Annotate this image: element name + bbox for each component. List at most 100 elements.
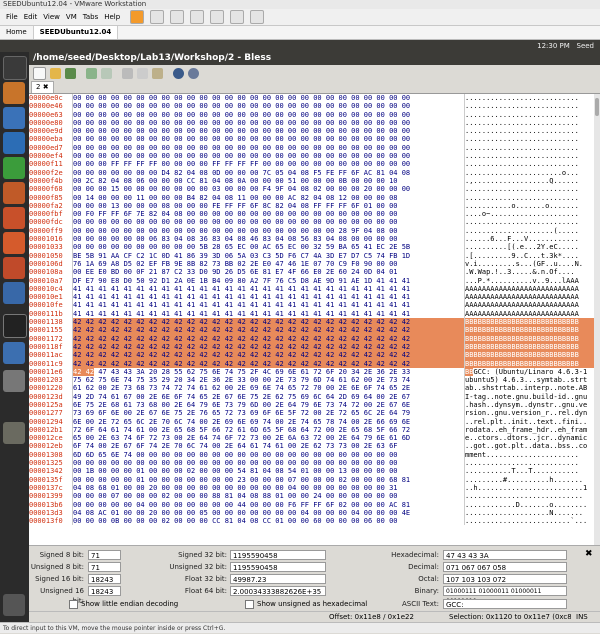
ascii-row[interactable]: v.i.........s...(GF..u....N. bbox=[465, 260, 600, 268]
ascii-row[interactable]: ............................ bbox=[465, 492, 600, 500]
ascii-row[interactable]: .....................(..... bbox=[465, 227, 600, 235]
close-icon[interactable]: ✖ bbox=[43, 83, 49, 91]
ascii-row[interactable]: .........................`... bbox=[465, 517, 600, 525]
hex-row[interactable]: 6D 6D 65 6E 74 00 00 00 00 00 00 00 00 0… bbox=[73, 451, 464, 459]
ascii-row[interactable]: rsion..gnu.version_r..rel.dyn bbox=[465, 409, 600, 417]
calc-icon[interactable] bbox=[3, 157, 25, 179]
hex-row[interactable]: 00 F0 FF FF 6F 7E 82 04 08 00 00 00 00 0… bbox=[73, 210, 464, 218]
ascii-row[interactable]: ........................... bbox=[465, 218, 600, 226]
ascii-row[interactable]: ........................... bbox=[465, 135, 600, 143]
disc-icon[interactable] bbox=[3, 370, 25, 392]
hex-row[interactable]: 00 00 00 00 00 00 00 00 00 00 00 00 00 0… bbox=[73, 227, 464, 235]
ascii-row[interactable]: AAAAAAAAAAAAAAAAAAAAAAAAAAA bbox=[465, 310, 600, 318]
menu-vm[interactable]: VM bbox=[66, 13, 77, 21]
hex-row[interactable]: 00 2C 82 04 08 06 00 00 00 CC 81 04 08 0… bbox=[73, 177, 464, 185]
scrollbar-thumb[interactable] bbox=[595, 98, 599, 116]
hex-row[interactable]: 76 1A 69 A8 D5 02 EF FB 9E 8B 82 73 BB 0… bbox=[73, 260, 464, 268]
hex-row[interactable]: 42 42 42 42 42 42 42 42 42 42 42 42 42 4… bbox=[73, 351, 464, 360]
menu-tabs[interactable]: Tabs bbox=[83, 13, 99, 21]
unselected-ascii[interactable]: GCC: (Ubuntu/Linaro 4.6.3-1 bbox=[473, 368, 587, 376]
manage-icon[interactable] bbox=[190, 10, 205, 24]
restore-icon[interactable] bbox=[170, 10, 185, 24]
undo-icon[interactable] bbox=[86, 67, 97, 79]
little-endian-checkbox[interactable]: Show little endian decoding bbox=[69, 599, 189, 609]
signed32-field[interactable]: 1195590458 bbox=[230, 550, 326, 560]
hex-row[interactable]: 00 00 00 00 00 00 00 00 00 00 00 00 00 0… bbox=[73, 218, 464, 226]
hex-row[interactable]: 00 00 00 00 00 00 00 00 00 00 00 00 00 0… bbox=[73, 94, 464, 102]
hex-row[interactable]: 00 00 00 00 00 00 00 00 00 00 00 00 00 0… bbox=[73, 152, 464, 160]
ascii-row[interactable]: ..h.........................1 bbox=[465, 484, 600, 492]
hex-row[interactable]: 42 42 42 42 42 42 42 42 42 42 42 42 42 4… bbox=[73, 334, 464, 343]
hex-row[interactable]: 00 00 00 13 00 00 00 08 00 00 00 FE FF F… bbox=[73, 202, 464, 210]
ascii-row[interactable]: ....o~..................... bbox=[465, 210, 600, 218]
ascii-row[interactable]: ........................... bbox=[465, 194, 600, 202]
hex-row[interactable]: 04 08 AC 01 00 00 20 00 00 00 05 00 00 0… bbox=[73, 509, 464, 517]
ascii-row[interactable]: ......6...F...V............ bbox=[465, 235, 600, 243]
open-icon[interactable] bbox=[50, 67, 61, 79]
menu-file[interactable]: File bbox=[6, 13, 18, 21]
ascii-row[interactable]: rodata..eh_frame_hdr..eh_fram bbox=[465, 426, 600, 434]
ascii-row[interactable]: BBBBBBBBBBBBBBBBBBBBBBBBBBB bbox=[465, 359, 600, 368]
ascii-column[interactable]: ........................................… bbox=[465, 94, 600, 525]
ascii-row[interactable]: AAAAAAAAAAAAAAAAAAAAAAAAAAA bbox=[465, 293, 600, 301]
unselected-bytes[interactable]: 47 43 43 3A 20 28 55 62 75 6E 74 75 2F 4… bbox=[94, 368, 410, 376]
hex-row[interactable]: 41 41 41 41 41 41 41 41 41 41 41 41 41 4… bbox=[73, 293, 464, 301]
hex-row[interactable]: 00 00 00 00 00 00 00 00 00 00 00 00 00 0… bbox=[73, 102, 464, 110]
hex-row[interactable]: 42 42 42 42 42 42 42 42 42 42 42 42 42 4… bbox=[73, 318, 464, 327]
ascii-row[interactable]: ..........[(.e...2Y.eC..... bbox=[465, 243, 600, 251]
ubuntu-one-icon[interactable] bbox=[3, 232, 25, 254]
ascii-row[interactable]: ........................... bbox=[465, 152, 600, 160]
ascii-row[interactable]: ........................... bbox=[465, 111, 600, 119]
workspace-icon[interactable] bbox=[3, 422, 25, 444]
hex-row[interactable]: 00 00 00 0B 00 00 00 02 00 00 00 CC 81 0… bbox=[73, 517, 464, 525]
paste-icon[interactable] bbox=[152, 67, 163, 79]
hex-row[interactable]: 00 00 00 00 00 00 00 00 00 00 00 00 00 0… bbox=[73, 135, 464, 143]
float32-field[interactable]: 49987.23 bbox=[230, 574, 326, 584]
ascii-row[interactable]: BBBBBBBBBBBBBBBBBBBBBBBBBBB bbox=[465, 326, 600, 335]
hex-row[interactable]: 42 42 42 42 42 42 42 42 42 42 42 42 42 4… bbox=[73, 326, 464, 335]
dash-icon[interactable] bbox=[3, 56, 27, 80]
hex-row[interactable]: 42 42 42 42 42 42 42 42 42 42 42 42 42 4… bbox=[73, 342, 464, 352]
terminal-icon[interactable] bbox=[3, 314, 27, 338]
float64-field[interactable]: 2.00034333882626E+35 bbox=[230, 586, 326, 596]
clock[interactable]: 12:30 PM bbox=[537, 42, 570, 50]
unsigned16-field[interactable]: 18243 bbox=[88, 586, 121, 596]
ascii-row[interactable]: ........................... bbox=[465, 160, 600, 168]
checkbox-box[interactable] bbox=[245, 599, 254, 609]
selected-bytes[interactable]: 42 42 bbox=[73, 367, 95, 376]
ascii-row[interactable]: AAAAAAAAAAAAAAAAAAAAAAAAAAA bbox=[465, 285, 600, 293]
hex-row[interactable]: 6E 00 2E 72 65 6C 2E 70 6C 74 00 2E 69 6… bbox=[73, 418, 464, 426]
software-center-icon[interactable] bbox=[3, 207, 25, 229]
checkbox-box[interactable] bbox=[69, 599, 78, 609]
hex-row[interactable]: 73 69 6F 6E 00 2E 67 6E 75 2E 76 65 72 7… bbox=[73, 409, 464, 417]
hex-row[interactable]: 00 1B 00 00 00 01 00 00 00 02 00 00 00 5… bbox=[73, 467, 464, 475]
ascii-row[interactable]: I-tag..note.gnu.build-id..gnu bbox=[465, 393, 600, 401]
save-icon[interactable] bbox=[65, 67, 76, 79]
close-icon[interactable]: ✖ bbox=[585, 549, 595, 559]
hex-row[interactable]: 6F 74 00 2E 67 6F 74 2E 70 6C 74 00 2E 6… bbox=[73, 442, 464, 450]
binary-field[interactable]: 01000111 01000011 01000011 00111010 bbox=[443, 586, 567, 605]
vertical-scrollbar[interactable] bbox=[594, 94, 600, 546]
hex-row[interactable]: 41 41 41 41 41 41 41 41 41 41 41 41 41 4… bbox=[73, 310, 464, 318]
ascii-row[interactable]: ........................... bbox=[465, 94, 600, 102]
files-icon[interactable] bbox=[3, 82, 25, 104]
hex-row[interactable]: 00 00 00 FF FF FF FF 00 00 00 00 FF FF F… bbox=[73, 160, 464, 168]
hex-row[interactable]: 49 2D 74 61 67 00 2E 6E 6F 74 65 2E 67 6… bbox=[73, 393, 464, 401]
ascii-row[interactable]: ..got..got.plt..data..bss..co bbox=[465, 442, 600, 450]
ascii-row[interactable]: BBGCC: (Ubuntu/Linaro 4.6.3-1 bbox=[465, 367, 600, 376]
ascii-row[interactable]: ........................... bbox=[465, 459, 600, 467]
ascii-row[interactable]: .hash..dynsym..dynstr..gnu.ve bbox=[465, 401, 600, 409]
unsigned32-field[interactable]: 1195590458 bbox=[230, 562, 326, 572]
signed8-field[interactable]: 71 bbox=[88, 550, 121, 560]
hex-row[interactable]: 61 62 00 2E 73 68 73 74 72 74 61 62 00 2… bbox=[73, 384, 464, 392]
hex-row[interactable]: DF E7 90 E8 D0 50 92 D1 2A 0E 1B B4 09 8… bbox=[73, 277, 464, 285]
hex-row[interactable]: 00 00 00 00 00 00 00 00 00 00 5B 28 65 E… bbox=[73, 243, 464, 251]
user-menu[interactable]: Seed bbox=[577, 42, 595, 50]
unsigned8-field[interactable]: 71 bbox=[88, 562, 121, 572]
impress-icon[interactable] bbox=[3, 182, 25, 204]
ascii-row[interactable]: BBBBBBBBBBBBBBBBBBBBBBBBBBB bbox=[465, 318, 600, 327]
menu-help[interactable]: Help bbox=[104, 13, 120, 21]
ascii-text-field[interactable]: GCC: bbox=[443, 599, 567, 609]
settings-icon[interactable] bbox=[3, 257, 25, 279]
hex-row[interactable]: 75 62 75 6E 74 75 35 29 20 34 2E 36 2E 3… bbox=[73, 376, 464, 384]
